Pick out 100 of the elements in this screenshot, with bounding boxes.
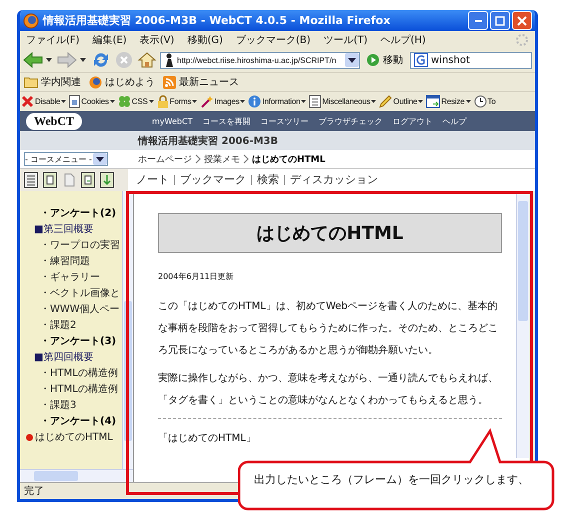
sidebar-item[interactable]: はじめてのHTML xyxy=(26,429,122,445)
header-link[interactable]: ヘルプ xyxy=(442,116,466,126)
toolbar-menu[interactable]: Images xyxy=(200,95,246,108)
page-heading: はじめてのHTML xyxy=(158,213,502,253)
home-icon xyxy=(137,50,157,70)
scrollbar[interactable] xyxy=(20,469,133,482)
menu-item[interactable]: ツール(T) xyxy=(324,32,368,46)
bookmark-item[interactable]: 最新ニュース xyxy=(163,75,239,89)
sidebar-item[interactable]: ・練習問題 xyxy=(26,253,122,269)
toolbar-menu[interactable]: Miscellaneous xyxy=(309,95,376,108)
toolbar-menu[interactable]: Information xyxy=(248,95,306,108)
maximize-button[interactable] xyxy=(490,11,510,30)
sidebar-item[interactable]: ・課題2 xyxy=(26,317,122,333)
document-icon[interactable] xyxy=(43,172,57,188)
logo[interactable]: WebCT xyxy=(26,112,82,130)
right-arrow-icon xyxy=(57,52,77,68)
sidebar-item[interactable]: ・アンケート(2) xyxy=(26,205,122,221)
globe-icon xyxy=(89,76,102,88)
close-button[interactable] xyxy=(512,11,532,30)
sidebar-item[interactable]: ■第四回概要 xyxy=(26,349,122,365)
toolbar-menu[interactable]: To xyxy=(474,95,496,108)
toolbar-menu[interactable]: Disable xyxy=(21,95,66,108)
tool-link[interactable]: 検索 xyxy=(257,172,279,187)
feed-icon xyxy=(163,76,176,88)
wand-icon xyxy=(200,95,214,108)
tool-link[interactable]: ブックマーク xyxy=(180,172,246,187)
menu-item[interactable]: ヘルプ(H) xyxy=(380,32,426,46)
info-icon xyxy=(248,95,262,108)
sidebar-item[interactable]: ・ギャラリー xyxy=(26,269,122,285)
menu-item[interactable]: 編集(E) xyxy=(92,32,127,46)
globe-icon xyxy=(23,12,39,28)
toolbar-menu[interactable]: CSS xyxy=(118,95,154,108)
x-icon xyxy=(21,95,34,108)
person-icon xyxy=(164,53,174,67)
menu-item[interactable]: 表示(V) xyxy=(140,32,174,46)
clover-icon xyxy=(118,95,131,108)
minimize-icon xyxy=(474,20,482,22)
sidebar-item[interactable]: ・HTMLの構造例 xyxy=(26,365,122,381)
scrollbar[interactable] xyxy=(516,191,529,458)
toolbar-menu[interactable]: Resize xyxy=(426,95,471,108)
menu-item[interactable]: ブックマーク(B) xyxy=(236,32,311,46)
window-icon xyxy=(426,95,440,108)
chevron-icon xyxy=(243,154,249,164)
chevron-icon xyxy=(195,154,201,164)
play-icon xyxy=(367,54,379,66)
sidebar-item[interactable]: ・WWW個人ペー xyxy=(26,301,122,317)
search-field[interactable]: winshot xyxy=(410,52,532,68)
list-icon xyxy=(309,95,322,108)
left-arrow-icon xyxy=(23,52,43,68)
sidebar-item[interactable]: ・ワープロの実習 xyxy=(26,237,122,253)
status-text: 完了 xyxy=(24,484,44,498)
padlock-icon xyxy=(156,95,169,108)
sidebar-item[interactable]: ・課題3 xyxy=(26,397,122,413)
course-menu-dropdown[interactable]: - コースメニュー - xyxy=(24,152,108,166)
header-link[interactable]: ブラウザチェック xyxy=(318,116,382,126)
paragraph: 「はじめてのHTML」 xyxy=(158,432,257,445)
caret-icon[interactable] xyxy=(46,58,52,62)
close-icon xyxy=(517,16,527,26)
sidebar-item[interactable]: ・アンケート(3) xyxy=(26,333,122,349)
document-icon[interactable] xyxy=(81,172,95,188)
toolbar-menu[interactable]: Outline xyxy=(379,95,424,108)
bookmark-item[interactable]: はじめよう xyxy=(89,75,155,89)
list-icon[interactable] xyxy=(24,172,38,188)
dot-icon xyxy=(26,434,33,440)
menu-item[interactable]: ファイル(F) xyxy=(26,32,80,46)
header-link[interactable]: myWebCT xyxy=(152,116,192,126)
header-link[interactable]: コースを再開 xyxy=(202,116,250,126)
header-link[interactable]: ログアウト xyxy=(392,116,432,126)
home-button[interactable] xyxy=(137,50,157,70)
stop-icon xyxy=(114,50,134,70)
dropdown-icon[interactable] xyxy=(345,53,359,67)
course-title: 情報活用基礎実習 2006-M3B xyxy=(138,134,278,148)
address-field[interactable]: http://webct.riise.hiroshima-u.ac.jp/SCRIPT/n xyxy=(160,52,360,68)
clock-icon xyxy=(474,95,487,108)
throbber-icon xyxy=(515,32,529,46)
tool-link[interactable]: ディスカッション xyxy=(290,172,378,187)
header-link[interactable]: コースツリー xyxy=(260,116,308,126)
document-icon xyxy=(69,95,80,108)
breadcrumb-link[interactable]: ホームページ xyxy=(138,152,192,166)
maximize-icon xyxy=(495,16,505,26)
sidebar-item[interactable]: ■第三回概要 xyxy=(26,221,122,237)
sidebar-item[interactable]: ・アンケート(4) xyxy=(26,413,122,429)
pencil-icon xyxy=(379,95,392,108)
caret-icon[interactable] xyxy=(80,58,86,62)
toolbar-menu[interactable]: Cookies xyxy=(69,95,115,108)
back-button[interactable] xyxy=(23,52,43,68)
callout-text: 出力したいところ（フレーム）を一回クリックします、 xyxy=(254,472,529,487)
sidebar-item[interactable]: ・ベクトル画像と xyxy=(26,285,122,301)
sidebar-item[interactable]: ・HTMLの構造例 xyxy=(26,381,122,397)
update-date: 2004年6月11日更新 xyxy=(158,271,235,282)
go-button[interactable]: 移動 xyxy=(363,53,407,67)
menu-item[interactable]: 移動(G) xyxy=(187,32,223,46)
download-icon[interactable] xyxy=(100,172,114,188)
minimize-button[interactable] xyxy=(468,11,488,30)
tool-link[interactable]: ノート xyxy=(136,172,169,187)
dropdown-icon xyxy=(93,153,107,165)
breadcrumb-link[interactable]: 授業メモ xyxy=(204,152,240,166)
toolbar-menu[interactable]: Forms xyxy=(156,95,198,108)
folder-icon xyxy=(24,76,38,88)
bookmark-item[interactable]: 学内関連 xyxy=(24,75,81,89)
